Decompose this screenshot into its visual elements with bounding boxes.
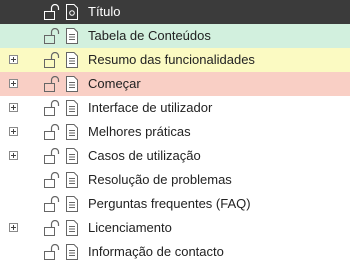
outline-item-label: Começar <box>88 76 141 91</box>
document-icon <box>66 172 78 188</box>
expand-icon[interactable] <box>9 127 18 136</box>
unlocked-padlock-icon[interactable] <box>44 3 62 20</box>
outline-item-label: Tabela de Conteúdos <box>88 28 211 43</box>
outline-item-user-interface[interactable]: Interface de utilizador <box>0 96 350 120</box>
unlocked-padlock-icon[interactable] <box>44 219 62 236</box>
outline-item-label: Perguntas frequentes (FAQ) <box>88 196 251 211</box>
unlocked-padlock-icon[interactable] <box>44 195 62 212</box>
unlocked-padlock-icon[interactable] <box>44 243 62 260</box>
outline-item-troubleshooting[interactable]: Resolução de problemas <box>0 168 350 192</box>
outline-item-label: Interface de utilizador <box>88 100 213 115</box>
outline-item-label: Melhores práticas <box>88 124 191 139</box>
document-icon <box>66 148 78 164</box>
outline-item-label: Resumo das funcionalidades <box>88 52 255 67</box>
outline-item-feature-summary[interactable]: Resumo das funcionalidades <box>0 48 350 72</box>
outline-item-use-cases[interactable]: Casos de utilização <box>0 144 350 168</box>
document-icon <box>66 124 78 140</box>
outline-item-getting-started[interactable]: Começar <box>0 72 350 96</box>
outline-item-label: Casos de utilização <box>88 148 201 163</box>
unlocked-padlock-icon[interactable] <box>44 171 62 188</box>
outline-item-label: Informação de contacto <box>88 244 224 259</box>
unlocked-padlock-icon[interactable] <box>44 123 62 140</box>
document-icon <box>66 76 78 92</box>
document-icon <box>66 196 78 212</box>
document-icon <box>66 52 78 68</box>
expand-icon[interactable] <box>9 103 18 112</box>
outline-item-best-practices[interactable]: Melhores práticas <box>0 120 350 144</box>
outline-item-contact-information[interactable]: Informação de contacto <box>0 240 350 264</box>
document-icon <box>66 28 78 44</box>
document-icon <box>66 220 78 236</box>
unlocked-padlock-icon[interactable] <box>44 51 62 68</box>
unlocked-padlock-icon[interactable] <box>44 27 62 44</box>
page-settings-icon <box>66 4 78 20</box>
outline-item-table-of-contents[interactable]: Tabela de Conteúdos <box>0 24 350 48</box>
expand-icon[interactable] <box>9 223 18 232</box>
outline-header-row[interactable]: Título <box>0 0 350 24</box>
outline-item-licensing[interactable]: Licenciamento <box>0 216 350 240</box>
unlocked-padlock-icon[interactable] <box>44 75 62 92</box>
header-title: Título <box>88 4 121 19</box>
outline-item-faq[interactable]: Perguntas frequentes (FAQ) <box>0 192 350 216</box>
unlocked-padlock-icon[interactable] <box>44 147 62 164</box>
outline-item-label: Resolução de problemas <box>88 172 232 187</box>
document-icon <box>66 244 78 260</box>
unlocked-padlock-icon[interactable] <box>44 99 62 116</box>
expand-icon[interactable] <box>9 151 18 160</box>
outline-item-label: Licenciamento <box>88 220 172 235</box>
expand-icon[interactable] <box>9 55 18 64</box>
document-icon <box>66 100 78 116</box>
expand-icon[interactable] <box>9 79 18 88</box>
